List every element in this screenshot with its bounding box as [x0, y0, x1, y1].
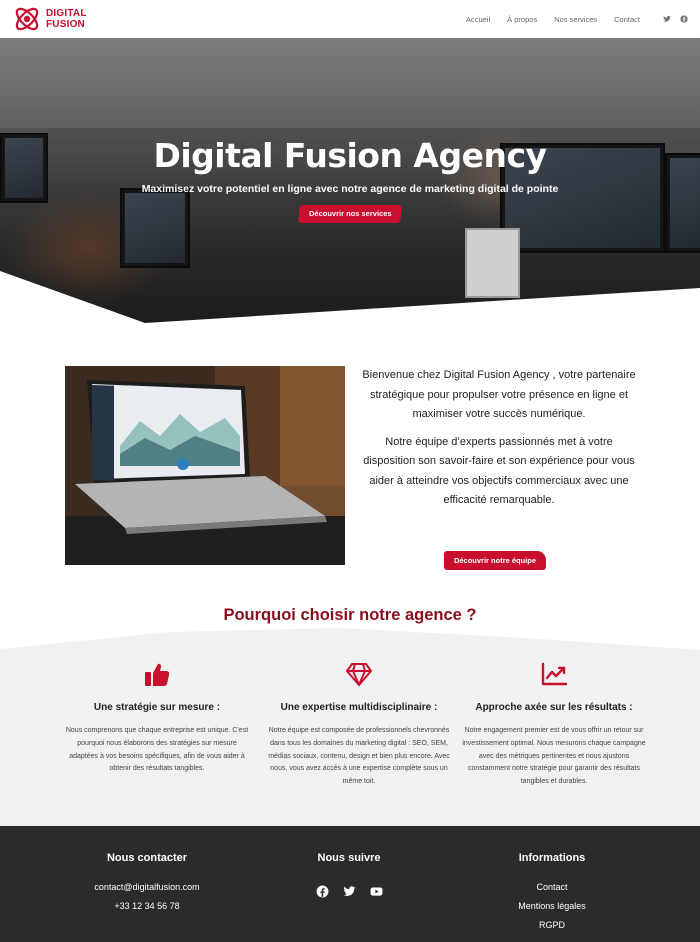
footer-social-icons [259, 885, 439, 898]
footer-link-mentions[interactable]: Mentions légales [462, 901, 642, 911]
hero-title: Digital Fusion Agency [153, 136, 547, 175]
twitter-icon[interactable] [343, 885, 356, 898]
feature-text: Notre engagement premier est de vous off… [462, 727, 646, 786]
discover-services-label: Découvrir nos services [308, 209, 392, 218]
footer-info-title: Informations [518, 852, 586, 864]
nav-item-accueil[interactable]: Accueil [466, 15, 490, 24]
footer-contact-column: Nous contacter contact@digitalfusion.com… [57, 852, 237, 911]
footer-phone[interactable]: +33 12 34 56 78 [57, 901, 237, 911]
facebook-icon[interactable] [316, 885, 329, 898]
footer-follow-column: Nous suivre [259, 852, 439, 898]
intro-paragraph-1: Bienvenue chez Digital Fusion Agency , v… [362, 369, 636, 420]
feature-title: Une expertise multidisciplinaire : [280, 702, 438, 713]
nav-item-a-propos[interactable]: À propos [507, 15, 537, 24]
logo-text: DIGITAL FUSION [46, 8, 87, 30]
hero-window-light [0, 38, 700, 128]
feature-text: Notre équipe est composée de professionn… [268, 727, 450, 786]
laptop-dashboard-image [65, 366, 345, 565]
footer-contact-title: Nous contacter [106, 852, 188, 864]
discover-team-button[interactable]: Découvrir notre équipe [444, 551, 546, 570]
footer-follow-title: Nous suivre [317, 852, 381, 864]
twitter-icon[interactable] [663, 15, 671, 23]
intro-text: Bienvenue chez Digital Fusion Agency , v… [358, 366, 640, 519]
feature-card-strategy: Une stratégie sur mesure : Nous compreno… [62, 660, 252, 776]
footer-link-rgpd[interactable]: RGPD [462, 920, 642, 930]
hero-monitor [120, 188, 190, 268]
site-footer: Nous contacter contact@digitalfusion.com… [0, 826, 700, 942]
feature-title: Une stratégie sur mesure : [93, 702, 221, 713]
discover-services-button[interactable]: Découvrir nos services [298, 205, 402, 223]
feature-card-expertise: Une expertise multidisciplinaire : Notre… [264, 660, 454, 789]
footer-link-contact[interactable]: Contact [462, 882, 642, 892]
footer-info-column: Informations Contact Mentions légales RG… [462, 852, 642, 930]
thumbs-up-icon [145, 663, 170, 686]
feature-title: Approche axée sur les résultats : [475, 702, 633, 713]
hero-subtitle: Maximisez votre potentiel en ligne avec … [141, 183, 559, 195]
logo-line-2: FUSION [46, 19, 85, 30]
facebook-icon[interactable] [680, 15, 688, 23]
hero-section: Digital Fusion Agency Maximisez votre po… [0, 38, 700, 323]
intro-paragraph-2: Notre équipe d’experts passionnés met à … [363, 435, 635, 507]
site-header: DIGITAL FUSION Accueil À propos Nos serv… [0, 0, 700, 38]
youtube-icon[interactable] [370, 885, 383, 898]
hero-bottom-shape [0, 271, 700, 323]
nav-item-contact[interactable]: Contact [614, 15, 640, 24]
logo-line-1: DIGITAL [46, 8, 87, 19]
nav-social [663, 15, 688, 23]
why-section-title: Pourquoi choisir notre agence ? [223, 606, 477, 624]
feature-card-results: Approche axée sur les résultats : Notre … [459, 660, 649, 789]
logo[interactable]: DIGITAL FUSION [12, 4, 87, 34]
main-nav: Accueil À propos Nos services Contact [466, 15, 688, 24]
footer-email[interactable]: contact@digitalfusion.com [57, 882, 237, 892]
chart-line-icon [541, 662, 568, 686]
feature-text: Nous comprenons que chaque entreprise es… [65, 727, 249, 773]
nav-item-services[interactable]: Nos services [554, 15, 597, 24]
diamond-icon [346, 663, 372, 686]
logo-mark-icon [15, 7, 39, 31]
